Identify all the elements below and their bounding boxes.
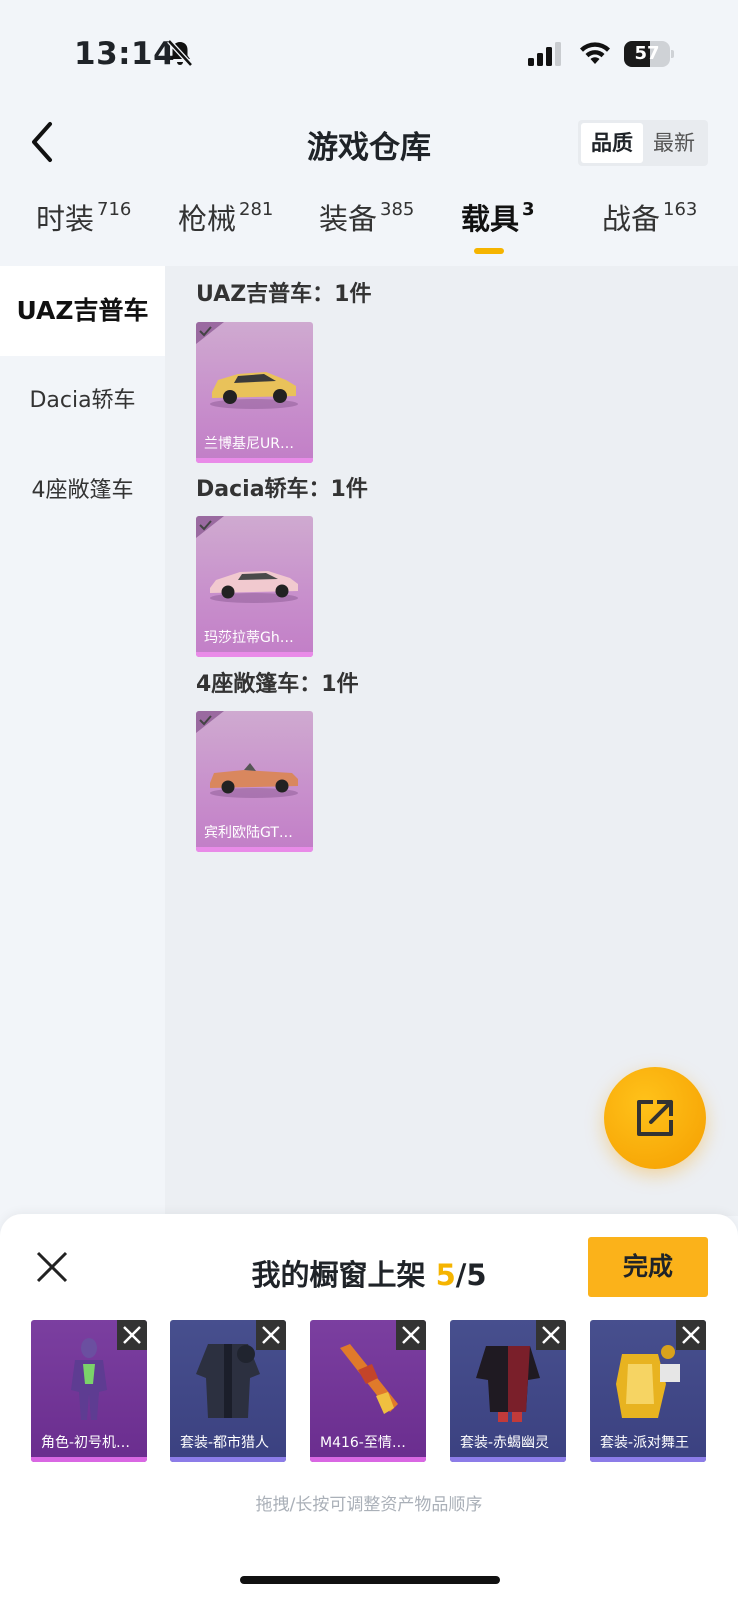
- sort-newest-button[interactable]: 最新: [643, 123, 705, 163]
- checkmark-icon: [196, 711, 224, 733]
- close-icon: [682, 1326, 700, 1344]
- tab-count: 3: [522, 199, 535, 220]
- remove-slot-button[interactable]: [117, 1320, 147, 1350]
- cellular-signal-icon: [528, 42, 561, 66]
- convertible-car-icon: [210, 763, 298, 798]
- vehicle-card-lamborghini[interactable]: 兰博基尼UR…: [196, 322, 313, 463]
- remove-slot-button[interactable]: [676, 1320, 706, 1350]
- showcase-slot-4[interactable]: 套装-赤蝎幽灵: [450, 1320, 566, 1462]
- wifi-icon: [580, 42, 610, 64]
- tab-count: 163: [663, 199, 698, 220]
- vehicle-card-maserati[interactable]: 玛莎拉蒂Gh…: [196, 516, 313, 657]
- vehicle-name: 宾利欧陆GT…: [204, 825, 293, 841]
- done-button[interactable]: 完成: [588, 1237, 708, 1297]
- close-icon: [123, 1326, 141, 1344]
- battery-icon: 57: [624, 41, 674, 67]
- section-title-uaz: UAZ吉普车：1件: [196, 282, 372, 307]
- tab-fashion[interactable]: 时装 716: [36, 196, 131, 238]
- showcase-slot-2[interactable]: 套装-都市猎人: [170, 1320, 286, 1462]
- sort-toggle: 品质 最新: [578, 120, 708, 166]
- sidebar-item-uaz[interactable]: UAZ吉普车: [0, 266, 165, 356]
- close-icon: [262, 1326, 280, 1344]
- tab-guns[interactable]: 枪械 281: [178, 196, 273, 238]
- checkmark-icon: [196, 322, 224, 344]
- checkmark-icon: [196, 516, 224, 538]
- sedan-car-icon: [210, 571, 298, 603]
- showcase-count-current: 5: [435, 1258, 456, 1292]
- sort-quality-button[interactable]: 品质: [581, 123, 643, 163]
- remove-slot-button[interactable]: [536, 1320, 566, 1350]
- showcase-count-total: /5: [455, 1258, 487, 1292]
- showcase-slot-1[interactable]: 角色-初号机…: [31, 1320, 147, 1462]
- tab-supplies[interactable]: 战备 163: [602, 196, 697, 238]
- tab-count: 281: [239, 199, 274, 220]
- remove-slot-button[interactable]: [256, 1320, 286, 1350]
- remove-slot-button[interactable]: [396, 1320, 426, 1350]
- tab-vehicles[interactable]: 载具 3: [461, 196, 535, 238]
- slot-label: 套装-都市猎人: [180, 1435, 270, 1451]
- bell-muted-icon: [167, 39, 193, 67]
- showcase-title-text: 我的橱窗上架: [251, 1258, 426, 1292]
- tab-label: 时装: [36, 202, 95, 236]
- vehicle-name: 玛莎拉蒂Gh…: [204, 630, 294, 646]
- sidebar-item-convertible[interactable]: 4座敞篷车: [0, 446, 165, 536]
- tab-label: 战备: [602, 202, 661, 236]
- vehicle-card-bentley[interactable]: 宾利欧陆GT…: [196, 711, 313, 852]
- tab-count: 716: [97, 199, 132, 220]
- vehicle-name: 兰博基尼UR…: [204, 436, 294, 452]
- section-title-dacia: Dacia轿车：1件: [196, 477, 368, 502]
- slot-label: 套装-派对舞王: [600, 1435, 690, 1451]
- section-title-convertible: 4座敞篷车：1件: [196, 672, 359, 697]
- showcase-slot-3[interactable]: M416-至情…: [310, 1320, 426, 1462]
- showcase-slot-5[interactable]: 套装-派对舞王: [590, 1320, 706, 1462]
- tab-count: 385: [380, 199, 415, 220]
- vehicle-type-sidebar: UAZ吉普车 Dacia轿车 4座敞篷车: [0, 266, 165, 1216]
- battery-level: 57: [634, 43, 660, 64]
- close-icon: [542, 1326, 560, 1344]
- slot-label: M416-至情…: [320, 1435, 406, 1451]
- status-time: 13:14: [74, 36, 176, 72]
- tab-label: 枪械: [178, 202, 237, 236]
- suv-car-icon: [210, 372, 298, 409]
- sidebar-item-dacia[interactable]: Dacia轿车: [0, 356, 165, 446]
- home-indicator[interactable]: [240, 1576, 500, 1584]
- share-external-icon: [637, 1100, 673, 1136]
- tab-label: 载具: [461, 202, 520, 236]
- close-icon: [402, 1326, 420, 1344]
- showcase-panel: 我的橱窗上架 5/5 完成 角色-初号机… 套装-都市猎人 M416-至情… 套…: [0, 1214, 738, 1600]
- slot-label: 角色-初号机…: [41, 1435, 131, 1451]
- active-tab-indicator: [474, 248, 504, 254]
- category-tabs: 时装 716 枪械 281 装备 385 载具 3 战备 163: [0, 196, 738, 266]
- reorder-hint: 拖拽/长按可调整资产物品顺序: [255, 1495, 483, 1515]
- tab-label: 装备: [319, 202, 378, 236]
- slot-label: 套装-赤蝎幽灵: [460, 1435, 550, 1451]
- tab-equipment[interactable]: 装备 385: [319, 196, 414, 238]
- share-button[interactable]: [604, 1067, 706, 1169]
- status-bar: 13:14 57: [0, 0, 738, 100]
